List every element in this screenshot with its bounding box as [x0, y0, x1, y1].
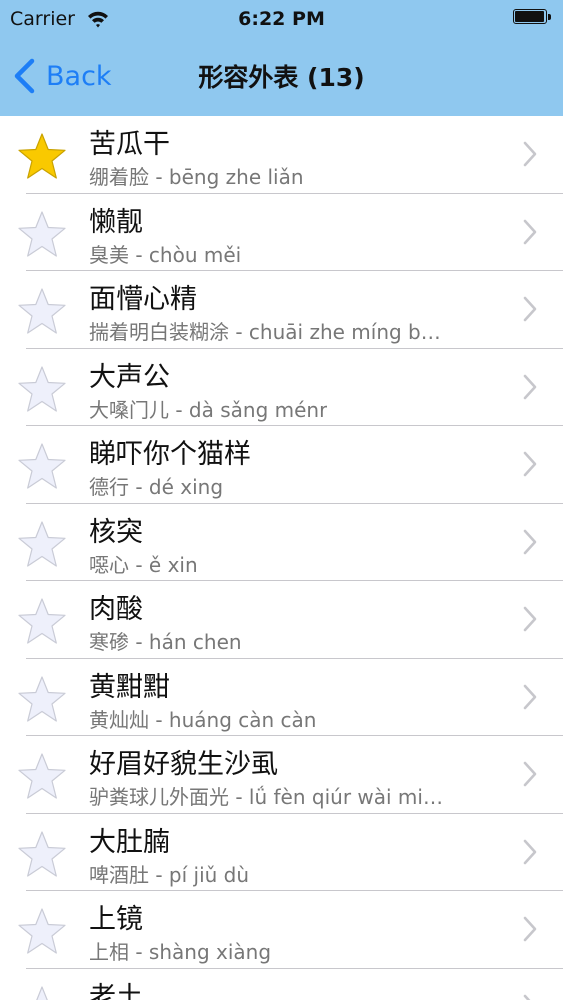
item-subtitle: 德行 - dé xing — [89, 475, 224, 499]
list-item[interactable]: 面懵心精 揣着明白装糊涂 - chuāi zhe míng b… — [0, 271, 563, 349]
item-subtitle: 揣着明白装糊涂 - chuāi zhe míng b… — [89, 320, 441, 344]
item-title: 黄黚黚 — [89, 671, 170, 703]
navigation-bar: Back 形容外表 (13) — [0, 40, 563, 116]
chevron-right-icon — [523, 296, 537, 322]
item-title: 大声公 — [89, 361, 170, 393]
chevron-right-icon — [523, 374, 537, 399]
phrase-list: 苦瓜干 绷着脸 - bēng zhe liǎn 懒靓 臭美 - chòu měi… — [0, 116, 563, 1000]
status-time: 6:22 PM — [238, 8, 325, 30]
item-title: 肉酸 — [89, 594, 143, 625]
item-title: 面懵心精 — [89, 284, 197, 315]
list-item[interactable]: 核突 噁心 - ě xin — [0, 504, 563, 582]
list-item[interactable]: 懒靓 臭美 - chòu měi — [0, 194, 563, 272]
list-item[interactable]: 睇吓你个猫样 德行 - dé xing — [0, 426, 563, 504]
list-item[interactable]: 大肚腩 啤酒肚 - pí jiǔ dù — [0, 814, 563, 892]
chevron-right-icon — [523, 529, 537, 554]
chevron-right-icon — [523, 994, 531, 1000]
favorite-star-icon[interactable] — [17, 675, 67, 723]
item-title: 懒靓 — [89, 206, 143, 238]
list-item[interactable]: 老土 — [0, 969, 563, 1000]
list-item[interactable]: 大声公 大嗓门儿 - dà sǎng ménr — [0, 349, 563, 427]
chevron-right-icon — [523, 451, 537, 477]
item-title: 上镜 — [89, 904, 143, 935]
chevron-right-icon — [523, 839, 537, 864]
favorite-star-icon[interactable] — [17, 132, 67, 180]
list-item[interactable]: 黄黚黚 黄灿灿 - huáng càn càn — [0, 659, 563, 737]
item-title: 好眉好貌生沙虱 — [89, 749, 278, 780]
item-title: 核突 — [89, 516, 143, 548]
chevron-right-icon — [523, 219, 537, 244]
chevron-right-icon — [523, 761, 537, 787]
item-subtitle: 大嗓门儿 - dà sǎng ménr — [89, 397, 328, 422]
header: Carrier 6:22 PM Back 形容外表 (13) — [0, 0, 563, 116]
page-title: 形容外表 (13) — [198, 63, 365, 92]
chevron-right-icon — [523, 916, 537, 942]
item-title: 大肚腩 — [89, 826, 170, 858]
favorite-star-icon[interactable] — [17, 442, 67, 490]
item-subtitle: 臭美 - chòu měi — [89, 242, 242, 267]
item-title: 睇吓你个猫样 — [89, 439, 251, 470]
favorite-star-icon[interactable] — [17, 985, 67, 1000]
favorite-star-icon[interactable] — [17, 597, 67, 645]
favorite-star-icon[interactable] — [17, 287, 67, 335]
favorite-star-icon[interactable] — [17, 365, 67, 413]
chevron-right-icon — [523, 606, 537, 632]
item-subtitle: 啤酒肚 - pí jiǔ dù — [89, 862, 250, 887]
list-item[interactable]: 好眉好貌生沙虱 驴粪球儿外面光 - lǘ fèn qiúr wài mi… — [0, 736, 563, 814]
favorite-star-icon[interactable] — [17, 830, 67, 878]
item-title: 苦瓜干 — [89, 129, 170, 160]
list-item[interactable]: 苦瓜干 绷着脸 - bēng zhe liǎn — [0, 116, 563, 194]
battery-icon — [513, 9, 553, 26]
favorite-star-icon[interactable] — [17, 520, 67, 568]
item-subtitle: 黄灿灿 - huáng càn càn — [89, 707, 317, 732]
item-subtitle: 寒碜 - hán chen — [89, 630, 242, 654]
status-bar: Carrier 6:22 PM — [0, 0, 563, 40]
chevron-right-icon — [523, 684, 537, 709]
favorite-star-icon[interactable] — [17, 210, 67, 258]
item-title: 老土 — [89, 981, 143, 1000]
favorite-star-icon[interactable] — [17, 752, 67, 800]
item-subtitle: 驴粪球儿外面光 - lǘ fèn qiúr wài mi… — [89, 785, 443, 809]
list-item[interactable]: 肉酸 寒碜 - hán chen — [0, 581, 563, 659]
list-item[interactable]: 上镜 上相 - shàng xiàng — [0, 891, 563, 969]
item-subtitle: 上相 - shàng xiàng — [89, 940, 272, 964]
favorite-star-icon[interactable] — [17, 907, 67, 955]
chevron-right-icon — [523, 141, 537, 167]
item-subtitle: 绷着脸 - bēng zhe liǎn — [89, 165, 304, 189]
item-subtitle: 噁心 - ě xin — [89, 552, 198, 577]
